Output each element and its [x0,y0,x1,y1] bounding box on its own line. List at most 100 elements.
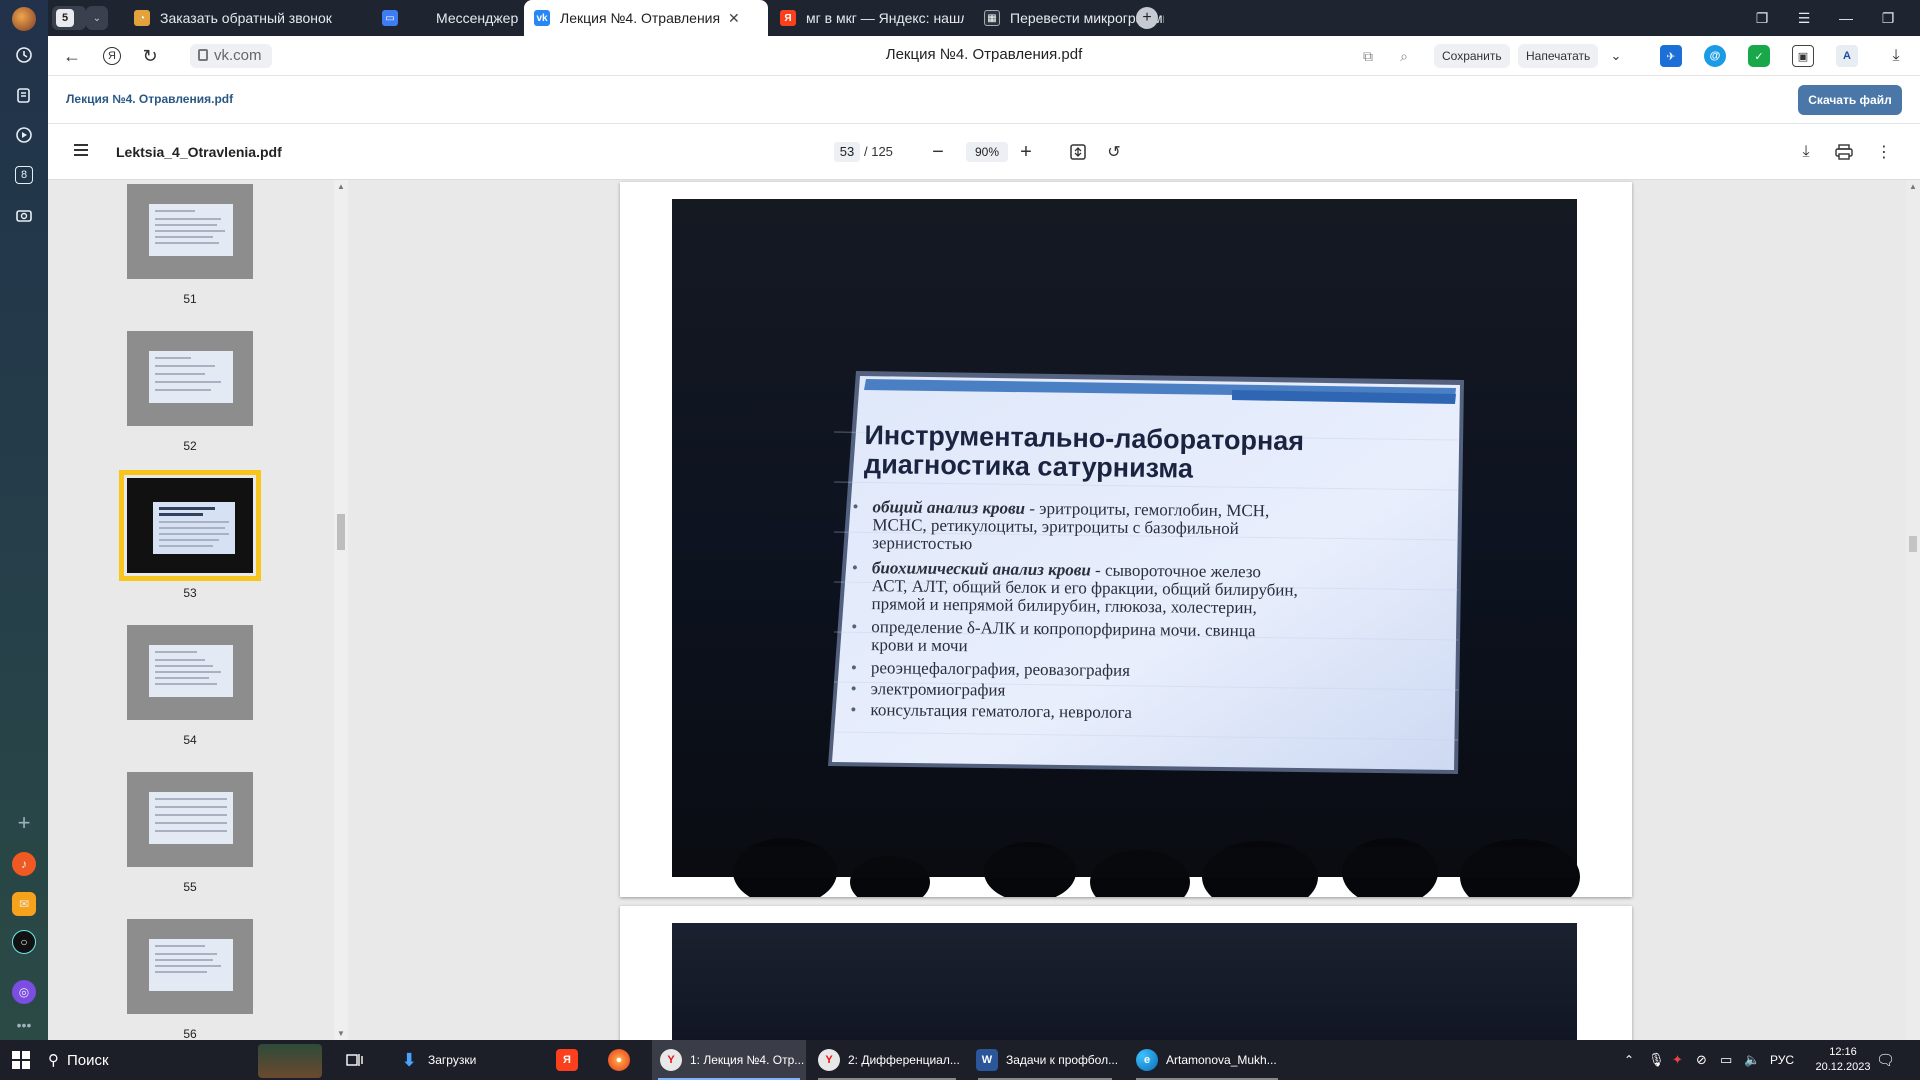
yandex-home-icon[interactable]: Я [98,42,126,70]
minimize-icon[interactable]: — [1826,0,1866,36]
taskbar-yandex-browser[interactable]: Я [556,1040,588,1080]
alice-assistant-icon[interactable]: ◎ [12,980,36,1004]
more-dots-icon[interactable]: ••• [9,1010,39,1040]
clock[interactable]: 12:16 20.12.2023 [1808,1040,1878,1080]
search-page-icon[interactable]: ⌕ [1390,42,1418,70]
more-chevron-down-icon[interactable]: ⌄ [1602,42,1630,70]
microphone-icon[interactable]: 🎙 [1648,1040,1665,1080]
pdf-page-53: Инструментально-лабораторная диагностика… [620,182,1632,915]
network-icon[interactable]: ▭ [1720,1040,1732,1080]
tray-app-icon[interactable]: ✦ [1672,1040,1683,1080]
menu-hamburger-icon[interactable]: ☰ [1784,0,1824,36]
close-window-icon[interactable]: ✕ [1908,0,1920,36]
zoom-level-input[interactable]: 90% [966,142,1008,162]
search-icon: ⚲ [48,1052,59,1069]
vk-document-header: Лекция №4. Отравления.pdf Скачать файл [48,76,1920,124]
thumbnail-page-52[interactable] [127,331,253,426]
print-button[interactable]: Напечатать [1518,44,1599,68]
reload-icon[interactable]: ↻ [136,42,164,70]
profile-avatar[interactable] [9,4,39,34]
rotate-icon[interactable]: ↺ [1102,140,1126,164]
music-app-icon[interactable]: ♪ [12,852,36,876]
svg-text:•: • [851,617,857,636]
yandex-browser-icon: Y [818,1049,840,1071]
slide-title-line-2: диагностика сатурнизма [864,449,1194,484]
zoom-in-plus-icon[interactable]: + [1014,140,1038,164]
pdf-toolbar: Lektsia_4_Otravlenia.pdf 53 / 125 − 90% … [48,124,1920,180]
thumbnail-page-number: 53 [183,586,197,600]
tab-callback-order[interactable]: ◔ Заказать обратный звонок [124,0,372,36]
thumbnail-page-53[interactable] [119,470,261,581]
tab-lecture-active[interactable]: vk Лекция №4. Отравления ✕ [524,0,768,36]
translate-page-icon[interactable]: A [1836,45,1858,67]
thumbnail-page-55[interactable] [127,772,253,867]
extension-translator-icon[interactable]: @ [1704,45,1726,67]
extensions-puzzle-icon[interactable]: ▣ [1792,45,1814,67]
windows-start-icon[interactable] [12,1040,36,1080]
taskbar-word-document[interactable]: W Задачи к профбол... [972,1040,1118,1080]
tab-group-switcher[interactable]: 5 [52,6,86,30]
pdf-file-name: Lektsia_4_Otravlenia.pdf [116,144,282,160]
video-play-icon[interactable] [9,120,39,150]
tab-list-chevron-down-icon[interactable]: ⌄ [86,6,108,30]
screenshot-camera-icon[interactable] [9,200,39,230]
taskbar-downloads[interactable]: ⬇ Загрузки [392,1040,522,1080]
save-button[interactable]: Сохранить [1434,44,1510,68]
document-scrollbar-thumb[interactable] [1909,536,1917,552]
yandex-browser-icon: Я [556,1049,578,1071]
add-panel-icon[interactable]: + [9,808,39,838]
bookmarks-icon[interactable]: ❐ [1742,0,1782,36]
close-tab-icon[interactable]: ✕ [728,10,740,27]
history-clock-icon[interactable] [9,40,39,70]
cart-icon: ◔ [134,10,150,26]
messenger-app-icon[interactable]: ○ [12,930,36,954]
page-number-input[interactable]: 53 [834,142,860,162]
more-options-vertical-icon[interactable]: ⋮ [1872,140,1896,164]
clock-time: 12:16 [1829,1046,1857,1058]
language-indicator[interactable]: РУС [1770,1040,1794,1080]
thumbnail-page-54[interactable] [127,625,253,720]
document-scrollbar[interactable]: ▲ [1906,180,1920,1040]
download-pdf-icon[interactable]: ⤓ [1794,140,1818,164]
tab-count-badge: 5 [56,9,74,27]
download-file-button[interactable]: Скачать файл [1798,85,1902,115]
mail-app-icon[interactable]: ✉ [12,892,36,916]
svg-text:•: • [851,679,857,698]
slide-photo: Инструментально-лабораторная диагностика… [672,199,1580,915]
extension-shield-icon[interactable]: ✓ [1748,45,1770,67]
taskbar-search-label: Поиск [67,1051,109,1069]
thumbnail-page-56[interactable] [127,919,253,1014]
zoom-out-minus-icon[interactable]: − [926,140,950,164]
tray-mute-icon[interactable]: ⊘ [1696,1040,1707,1080]
thumbnail-scrollbar[interactable]: ▲ ▼ [334,180,348,1040]
eight-badge-icon[interactable]: 8 [9,160,39,190]
tray-overflow-chevron-up-icon[interactable]: ⌃ [1624,1040,1634,1080]
toggle-sidebar-menu-icon[interactable] [74,144,88,156]
fit-page-icon[interactable] [1066,140,1090,164]
search-highlight-image [258,1044,322,1078]
back-arrow-icon[interactable]: ← [58,42,86,70]
collections-icon[interactable] [9,80,39,110]
restore-window-icon[interactable]: ❐ [1868,0,1908,36]
taskbar-edge-document[interactable]: e Artamonova_Mukh... [1130,1040,1284,1080]
page-title: Лекция №4. Отравления.pdf [885,46,1083,63]
downloads-arrow-icon[interactable]: ⤓ [1882,42,1910,70]
browser-side-panel: 8 + ♪ ✉ ○ ◎ ••• [0,0,48,1040]
thumbnail-page-51[interactable] [127,184,253,279]
domain-field[interactable]: vk.com [190,44,272,68]
extension-pin-icon[interactable]: ✈ [1660,45,1682,67]
thumbnail-scrollbar-thumb[interactable] [337,514,345,550]
thumbnail-pane: 51 52 53 54 55 56 [48,180,348,1040]
pdf-page-54 [620,906,1632,1040]
tab-yandex-search[interactable]: Я мг в мкг — Яндекс: нашлось [770,0,974,36]
taskbar-firefox[interactable]: ● [608,1040,640,1080]
new-tab-plus-icon[interactable]: + [1136,7,1158,29]
taskbar-search[interactable]: ⚲ Поиск [48,1040,338,1080]
notifications-icon[interactable]: 🗨 [1876,1040,1895,1080]
taskbar-window-differential[interactable]: Y 2: Дифференциал... [812,1040,962,1080]
task-view-icon[interactable] [346,1040,374,1080]
taskbar-window-lecture[interactable]: Y 1: Лекция №4. Отр... [652,1040,806,1080]
print-icon[interactable] [1832,140,1856,164]
copy-link-icon[interactable]: ⧉ [1354,42,1382,70]
volume-icon[interactable]: 🔈 [1744,1040,1760,1080]
